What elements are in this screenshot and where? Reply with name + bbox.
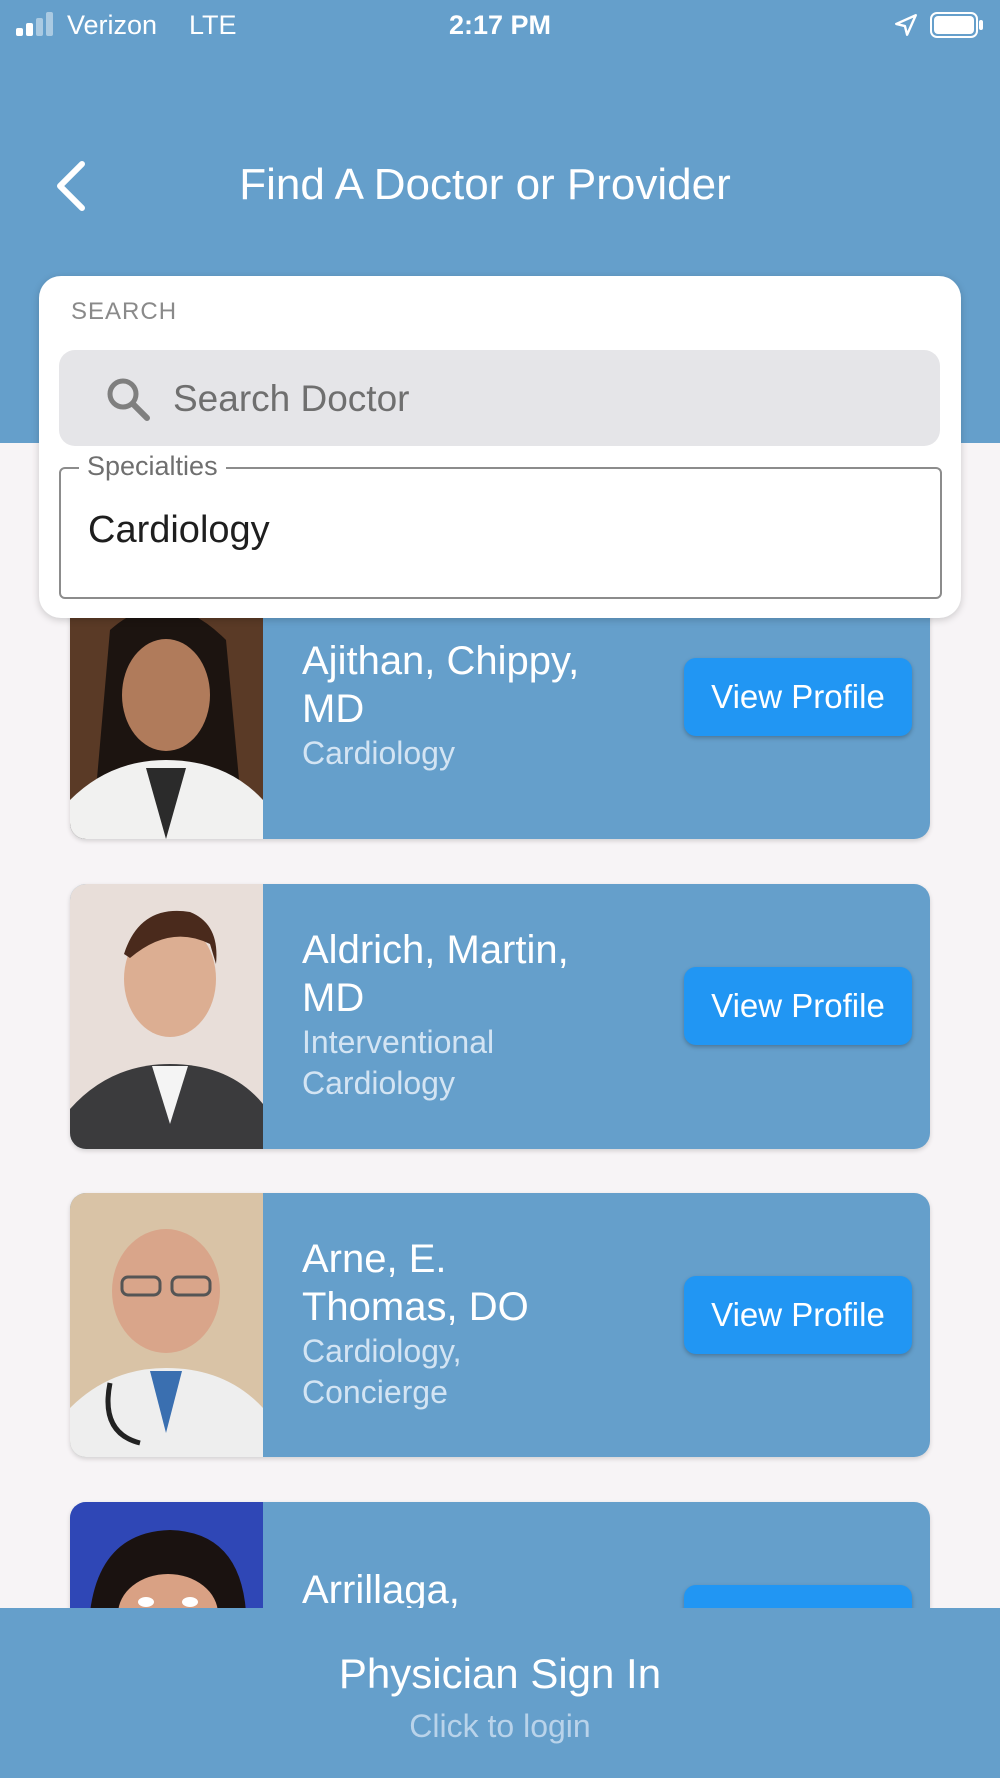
doctor-specialty-line2: Cardiology	[302, 1065, 455, 1101]
search-section-label: SEARCH	[71, 298, 178, 325]
physician-sign-in-subtitle: Click to login	[409, 1708, 591, 1744]
doctor-card[interactable]: Arne, E. Thomas, DO Cardiology, Concierg…	[70, 1193, 930, 1457]
doctor-info: Arne, E. Thomas, DO Cardiology, Concierg…	[302, 1235, 632, 1413]
search-icon	[107, 378, 150, 421]
doctor-info: Aldrich, Martin, MD Interventional Cardi…	[302, 926, 632, 1104]
specialties-select[interactable]: Specialties Cardiology	[59, 451, 942, 599]
doctor-info: Arrillaga,	[302, 1566, 632, 1614]
doctor-name: Arne, E.	[302, 1237, 447, 1281]
view-profile-button[interactable]: View Profile	[684, 658, 912, 736]
specialties-value: Cardiology	[88, 509, 270, 551]
status-time: 2:17 PM	[448, 10, 552, 40]
doctor-name: Arrillaga,	[302, 1568, 460, 1612]
search-card: SEARCH Specialties Cardiology	[39, 276, 961, 618]
doctor-name-line2: MD	[302, 687, 365, 731]
doctor-specialty: Interventional	[302, 1024, 495, 1060]
status-bar: Verizon LTE 2:17 PM	[0, 0, 1000, 50]
doctor-name-line2: MD	[302, 976, 365, 1020]
doctor-specialty: Cardiology,	[302, 1333, 462, 1369]
view-profile-button[interactable]: View Profile	[684, 1276, 912, 1354]
page-title: Find A Doctor or Provider	[239, 160, 731, 209]
doctor-photo	[70, 590, 263, 839]
doctor-card[interactable]: Ajithan, Chippy, MD Cardiology View Prof…	[70, 590, 930, 839]
physician-sign-in-title: Physician Sign In	[338, 1650, 662, 1697]
doctor-photo	[70, 884, 263, 1149]
doctor-info: Ajithan, Chippy, MD Cardiology	[302, 637, 632, 774]
doctor-specialty-line2: Concierge	[302, 1374, 448, 1410]
physician-sign-in-bar[interactable]: Physician Sign In Click to login	[0, 1608, 1000, 1778]
location-arrow-icon	[895, 14, 917, 36]
specialties-label: Specialties	[79, 451, 226, 482]
search-input[interactable]	[171, 370, 915, 428]
doctor-specialty: Cardiology	[302, 735, 455, 771]
view-profile-button[interactable]: View Profile	[684, 967, 912, 1045]
doctor-name: Aldrich, Martin,	[302, 928, 569, 972]
battery-icon	[930, 12, 983, 38]
doctor-photo	[70, 1193, 263, 1457]
doctor-card[interactable]: Aldrich, Martin, MD Interventional Cardi…	[70, 884, 930, 1149]
doctor-name: Ajithan, Chippy,	[302, 639, 580, 683]
search-bar[interactable]	[59, 350, 940, 446]
doctor-name-line2: Thomas, DO	[302, 1285, 529, 1329]
